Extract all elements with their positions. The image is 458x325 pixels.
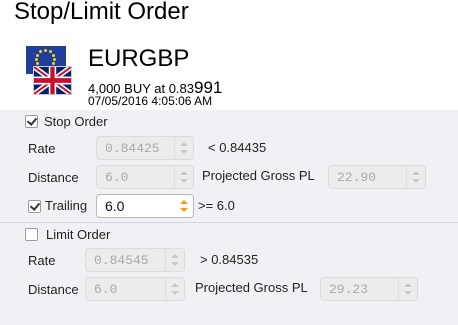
stop-rate-label: Rate xyxy=(28,141,56,156)
trailing-hint: >= 6.0 xyxy=(198,198,235,213)
limit-rate-hint: > 0.84535 xyxy=(200,252,259,267)
instrument-symbol: EURGBP xyxy=(88,45,190,72)
limit-projected-stepper xyxy=(398,278,417,300)
limit-distance-stepper[interactable] xyxy=(165,278,184,300)
limit-rate-value: 0.84545 xyxy=(94,253,149,268)
limit-projected-label: Projected Gross PL xyxy=(195,280,308,295)
stop-rate-stepper[interactable] xyxy=(174,137,193,159)
stop-distance-label: Distance xyxy=(28,170,79,185)
stop-projected-field: 22.90 xyxy=(328,165,426,189)
stop-distance-value: 6.0 xyxy=(105,170,129,185)
stop-projected-value: 22.90 xyxy=(337,170,377,185)
limit-order-label: Limit Order xyxy=(46,227,111,242)
stop-projected-label: Projected Gross PL xyxy=(202,168,315,183)
limit-projected-value: 29.23 xyxy=(329,282,369,297)
stop-rate-value: 0.84425 xyxy=(105,141,160,156)
stop-order-label: Stop Order xyxy=(44,114,108,129)
limit-distance-input[interactable]: 6.0 xyxy=(85,277,185,301)
trailing-value: 6.0 xyxy=(105,198,125,214)
limit-rate-input[interactable]: 0.84545 xyxy=(85,248,185,272)
limit-distance-label: Distance xyxy=(28,282,79,297)
stop-order-section: Stop Order Rate 0.84425 < 0.84435 Distan… xyxy=(0,110,458,222)
limit-rate-label: Rate xyxy=(28,253,56,268)
uk-flag-icon xyxy=(33,66,72,95)
limit-rate-stepper[interactable] xyxy=(165,249,184,271)
limit-order-section: Limit Order Rate 0.84545 > 0.84535 Dista… xyxy=(0,223,458,325)
stop-order-checkbox[interactable] xyxy=(25,115,38,128)
limit-order-checkbox[interactable] xyxy=(25,228,38,241)
stop-rate-input[interactable]: 0.84425 xyxy=(96,136,194,160)
trailing-input[interactable]: 6.0 xyxy=(96,194,194,218)
dialog-title: Stop/Limit Order xyxy=(14,0,189,25)
trailing-label: Trailing xyxy=(45,198,88,213)
stop-rate-hint: < 0.84435 xyxy=(208,140,267,155)
limit-distance-value: 6.0 xyxy=(94,282,118,297)
stop-projected-stepper xyxy=(406,166,425,188)
order-timestamp: 07/05/2016 4:05:06 AM xyxy=(88,94,213,108)
stop-distance-input[interactable]: 6.0 xyxy=(96,165,194,189)
limit-projected-field: 29.23 xyxy=(320,277,418,301)
trailing-checkbox[interactable] xyxy=(28,200,41,213)
stop-distance-stepper[interactable] xyxy=(174,166,193,188)
trailing-stepper[interactable] xyxy=(175,195,193,217)
